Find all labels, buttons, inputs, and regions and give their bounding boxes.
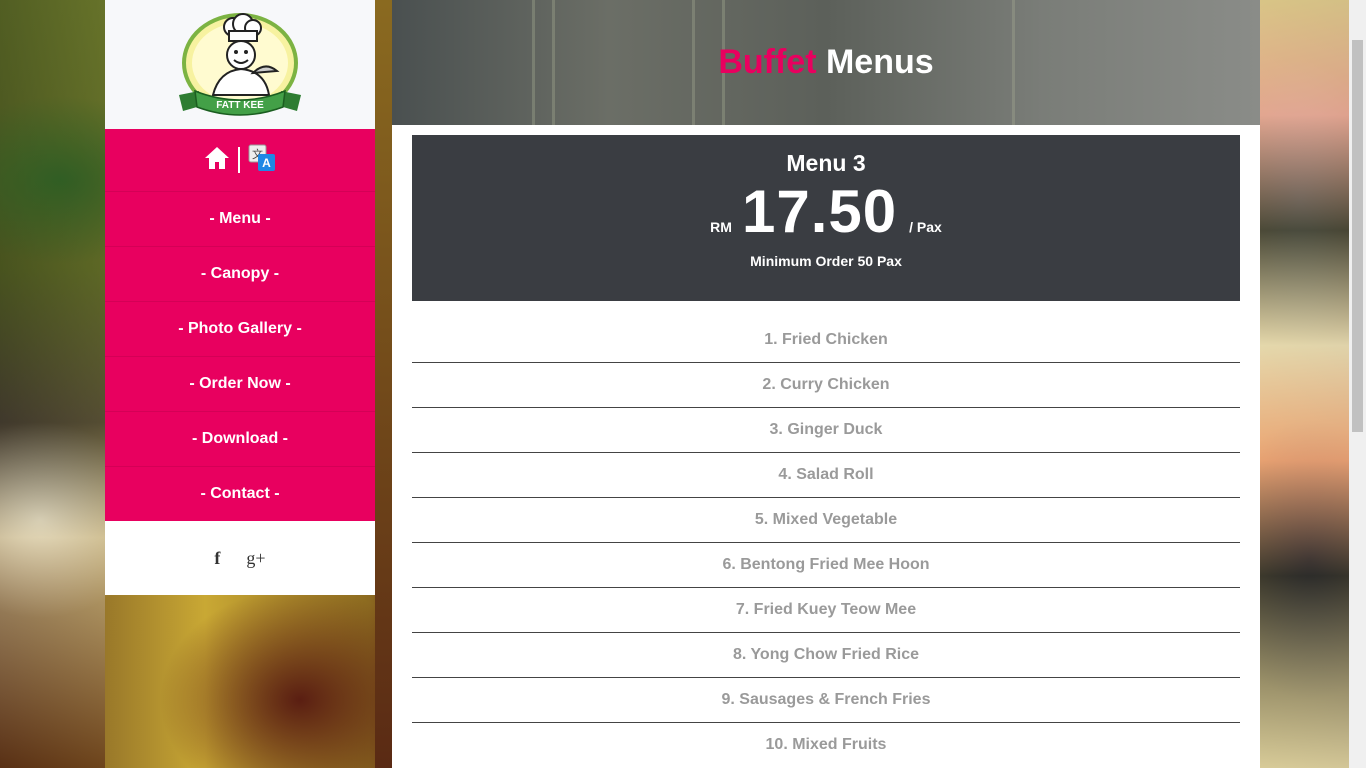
logo[interactable]: FATT KEE [105, 0, 375, 129]
background-food-image [375, 0, 392, 768]
facebook-icon[interactable]: f [214, 548, 220, 569]
list-item: 4. Salad Roll [412, 453, 1240, 498]
main-nav: 文 A - Menu - - Canopy - - Photo Gallery … [105, 129, 375, 521]
background-sushi-image [1260, 0, 1349, 768]
main-content: Buffet Menus Menu 3 RM 17.50 / Pax Minim… [392, 0, 1260, 768]
scrollbar[interactable] [1349, 0, 1366, 768]
page-title: Buffet Menus [718, 43, 933, 82]
hero-banner: Buffet Menus [392, 0, 1260, 125]
page-title-accent: Buffet [718, 43, 817, 81]
menu-name: Menu 3 [786, 150, 866, 176]
page-title-rest: Menus [825, 43, 934, 81]
nav-item-contact[interactable]: - Contact - [105, 467, 375, 521]
google-plus-icon[interactable]: g+ [246, 548, 265, 569]
translate-icon[interactable]: 文 A [248, 144, 276, 177]
nav-icon-row: 文 A [105, 129, 375, 192]
svg-text:A: A [262, 156, 271, 170]
chef-logo-icon: FATT KEE [179, 12, 301, 116]
list-item: 7. Fried Kuey Teow Mee [412, 588, 1240, 633]
list-item: 3. Ginger Duck [412, 408, 1240, 453]
menu-items-list: 1. Fried Chicken 2. Curry Chicken 3. Gin… [412, 318, 1240, 767]
price-row: RM 17.50 / Pax [412, 181, 1240, 243]
nav-divider [238, 147, 240, 173]
nav-item-menu[interactable]: - Menu - [105, 192, 375, 247]
sidebar: FATT KEE 文 A - Menu - - Canopy - - Photo… [105, 0, 375, 595]
nav-item-download[interactable]: - Download - [105, 412, 375, 467]
currency-label: RM [710, 219, 732, 235]
price-unit: / Pax [909, 219, 942, 235]
list-item: 8. Yong Chow Fried Rice [412, 633, 1240, 678]
home-icon[interactable] [204, 146, 230, 175]
social-links: f g+ [105, 521, 375, 595]
list-item: 9. Sausages & French Fries [412, 678, 1240, 723]
list-item: 6. Bentong Fried Mee Hoon [412, 543, 1240, 588]
scrollbar-thumb[interactable] [1352, 40, 1363, 432]
minimum-order: Minimum Order 50 Pax [750, 253, 902, 269]
nav-item-canopy[interactable]: - Canopy - [105, 247, 375, 302]
list-item: 5. Mixed Vegetable [412, 498, 1240, 543]
list-item: 2. Curry Chicken [412, 363, 1240, 408]
nav-item-photo-gallery[interactable]: - Photo Gallery - [105, 302, 375, 357]
logo-text: FATT KEE [216, 100, 264, 111]
background-food-image [0, 0, 105, 768]
nav-item-order-now[interactable]: - Order Now - [105, 357, 375, 412]
list-item: 10. Mixed Fruits [765, 736, 887, 753]
price-amount: 17.50 [741, 178, 898, 245]
price-card: Menu 3 RM 17.50 / Pax Minimum Order 50 P… [412, 135, 1240, 301]
list-item: 1. Fried Chicken [412, 318, 1240, 363]
